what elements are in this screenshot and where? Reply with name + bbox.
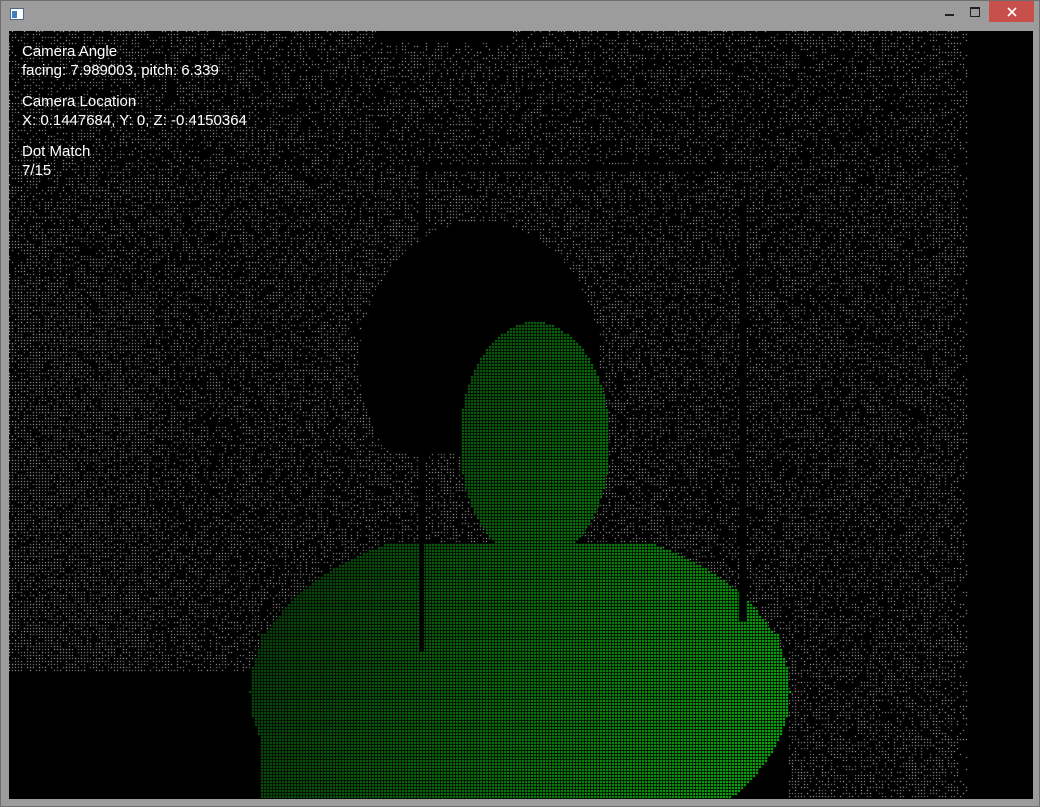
- maximize-button[interactable]: [962, 1, 988, 22]
- dot-match-block: Dot Match 7/15: [22, 142, 247, 180]
- camera-angle-value: facing: 7.989003, pitch: 6.339: [22, 62, 219, 79]
- title-bar[interactable]: [1, 1, 1039, 31]
- close-icon: [1006, 6, 1017, 17]
- dot-match-label: Dot Match: [22, 143, 91, 160]
- minimize-icon: [944, 13, 954, 16]
- close-button[interactable]: [989, 1, 1034, 22]
- dot-match-value: 7/15: [22, 162, 52, 179]
- app-icon[interactable]: [10, 8, 24, 20]
- maximize-icon: [970, 6, 980, 17]
- camera-angle-label: Camera Angle: [22, 43, 118, 60]
- app-window: Camera Angle facing: 7.989003, pitch: 6.…: [0, 0, 1040, 807]
- camera-location-label: Camera Location: [22, 93, 137, 110]
- camera-location-block: Camera Location X: 0.1447684, Y: 0, Z: -…: [22, 92, 247, 130]
- camera-location-value: X: 0.1447684, Y: 0, Z: -0.4150364: [22, 112, 247, 129]
- camera-angle-block: Camera Angle facing: 7.989003, pitch: 6.…: [22, 42, 247, 80]
- point-cloud-viewport[interactable]: Camera Angle facing: 7.989003, pitch: 6.…: [9, 31, 1033, 799]
- minimize-button[interactable]: [936, 1, 962, 22]
- camera-info-overlay: Camera Angle facing: 7.989003, pitch: 6.…: [22, 42, 247, 192]
